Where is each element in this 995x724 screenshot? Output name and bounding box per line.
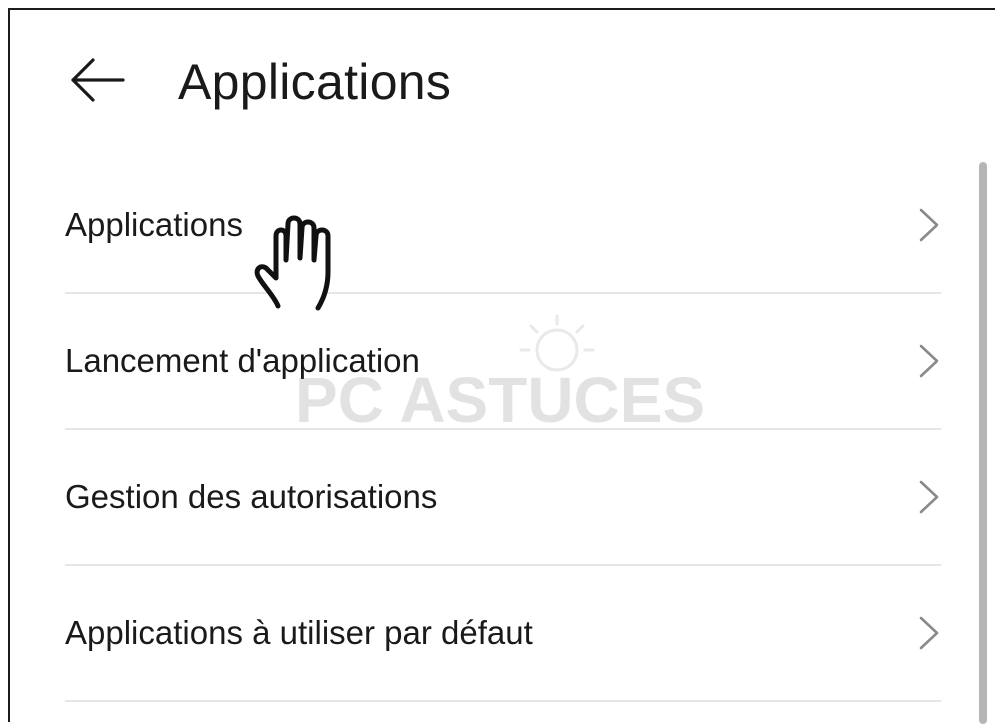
arrow-left-icon: [71, 58, 125, 102]
chevron-right-icon: [919, 208, 939, 242]
list-item-label: Gestion des autorisations: [65, 478, 438, 515]
settings-list: Applications Lancement d'application Ges…: [65, 158, 941, 702]
list-item-applications[interactable]: Applications: [65, 158, 941, 292]
list-item-permissions[interactable]: Gestion des autorisations: [65, 430, 941, 564]
divider: [65, 700, 941, 702]
list-item-label: Lancement d'application: [65, 342, 420, 379]
chevron-right-icon: [919, 344, 939, 378]
chevron-right-icon: [919, 616, 939, 650]
back-button[interactable]: [62, 50, 132, 110]
list-item-app-launch[interactable]: Lancement d'application: [65, 294, 941, 428]
app-bar: Applications: [10, 10, 995, 150]
list-item-default-apps[interactable]: Applications à utiliser par défaut: [65, 566, 941, 700]
chevron-right-icon: [919, 480, 939, 514]
scrollbar[interactable]: [979, 162, 987, 724]
page-title: Applications: [178, 54, 452, 110]
list-item-label: Applications à utiliser par défaut: [65, 614, 533, 651]
settings-screen: Applications Applications Lancement d'ap…: [8, 8, 995, 724]
list-item-label: Applications: [65, 206, 243, 243]
